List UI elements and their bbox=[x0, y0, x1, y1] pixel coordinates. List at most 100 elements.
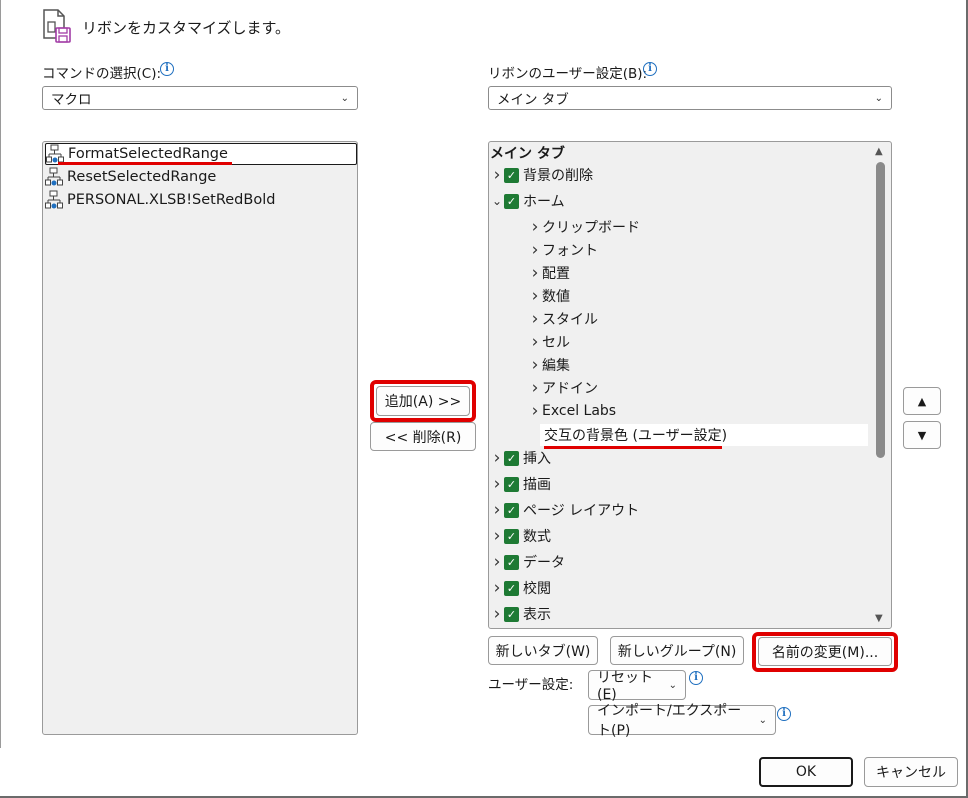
chevron-right-icon[interactable]: › bbox=[490, 526, 504, 546]
chevron-down-icon[interactable]: ⌄ bbox=[490, 194, 504, 208]
ok-button[interactable]: OK bbox=[759, 757, 853, 787]
new-tab-button[interactable]: 新しいタブ(W) bbox=[488, 636, 598, 665]
chevron-right-icon[interactable]: › bbox=[528, 355, 542, 375]
cancel-button[interactable]: キャンセル bbox=[864, 757, 958, 787]
macro-icon bbox=[46, 144, 66, 164]
checkbox-checked-icon[interactable]: ✓ bbox=[504, 554, 519, 570]
tree-item[interactable]: › スタイル bbox=[528, 308, 598, 330]
info-icon[interactable]: i bbox=[689, 671, 703, 685]
chevron-down-icon: ⌄ bbox=[758, 714, 767, 726]
tree-item-label: 校閲 bbox=[523, 581, 551, 597]
chevron-right-icon[interactable]: › bbox=[490, 604, 504, 624]
info-icon[interactable]: i bbox=[643, 62, 657, 76]
tree-item[interactable]: › ✓ データ bbox=[490, 551, 565, 573]
chevron-right-icon[interactable]: › bbox=[528, 378, 542, 398]
chevron-right-icon[interactable]: › bbox=[490, 448, 504, 468]
tree-item[interactable]: › 数値 bbox=[528, 285, 570, 307]
reset-dropdown[interactable]: リセット(E) ⌄ bbox=[588, 670, 686, 703]
chevron-right-icon[interactable]: › bbox=[490, 165, 504, 185]
tree-item[interactable]: › ✓ 描画 bbox=[490, 473, 551, 495]
chevron-right-icon[interactable]: › bbox=[528, 309, 542, 329]
ribbon-tabs-combo[interactable]: メイン タブ ⌄ bbox=[488, 86, 892, 110]
tree-item-label: クリップボード bbox=[542, 220, 640, 236]
command-source-label: コマンドの選択(C): bbox=[42, 62, 161, 82]
scroll-up-arrow-icon[interactable]: ▲ bbox=[875, 146, 883, 157]
checkbox-checked-icon[interactable]: ✓ bbox=[504, 606, 519, 622]
new-group-button-label: 新しいグループ(N) bbox=[617, 643, 737, 660]
tree-item-label: ページ レイアウト bbox=[523, 503, 640, 519]
tree-item[interactable]: › Excel Labs bbox=[528, 400, 617, 422]
chevron-right-icon[interactable]: › bbox=[528, 332, 542, 352]
user-settings-label-text: ユーザー設定: bbox=[488, 677, 574, 693]
chevron-right-icon[interactable]: › bbox=[528, 401, 542, 421]
tree-item-label: 数式 bbox=[523, 529, 551, 545]
triangle-down-icon: ▼ bbox=[917, 428, 927, 442]
tree-item-label: 配置 bbox=[542, 266, 570, 282]
chevron-right-icon[interactable]: › bbox=[490, 552, 504, 572]
tree-item-label: 数値 bbox=[542, 289, 570, 305]
tree-item-label: アドイン bbox=[542, 381, 598, 397]
scroll-thumb[interactable] bbox=[876, 162, 885, 458]
tree-item[interactable]: › 配置 bbox=[528, 262, 570, 284]
chevron-right-icon[interactable]: › bbox=[490, 474, 504, 494]
command-source-combo[interactable]: マクロ ⌄ bbox=[42, 86, 358, 110]
checkbox-checked-icon[interactable]: ✓ bbox=[504, 167, 519, 183]
scroll-down-arrow-icon[interactable]: ▼ bbox=[875, 613, 883, 624]
ribbon-customize-label-text: リボンのユーザー設定(B): bbox=[488, 66, 648, 82]
checkbox-checked-icon[interactable]: ✓ bbox=[504, 528, 519, 544]
checkbox-checked-icon[interactable]: ✓ bbox=[504, 502, 519, 518]
tree-item[interactable]: › クリップボード bbox=[528, 216, 640, 238]
import-export-dropdown[interactable]: インポート/エクスポート(P) ⌄ bbox=[588, 703, 776, 739]
macro-icon bbox=[45, 190, 65, 210]
move-down-button[interactable]: ▼ bbox=[903, 421, 941, 449]
dialog-title: リボンをカスタマイズします。 bbox=[82, 18, 291, 37]
triangle-up-icon: ▲ bbox=[917, 394, 927, 408]
new-group-button[interactable]: 新しいグループ(N) bbox=[610, 636, 744, 665]
tree-item-label: 編集 bbox=[542, 358, 570, 374]
command-item[interactable]: PERSONAL.XLSB!SetRedBold bbox=[45, 189, 275, 211]
checkbox-checked-icon[interactable]: ✓ bbox=[504, 476, 519, 492]
checkbox-checked-icon[interactable]: ✓ bbox=[504, 580, 519, 596]
command-item-label: ResetSelectedRange bbox=[67, 169, 217, 185]
command-source-label-text: コマンドの選択(C): bbox=[42, 66, 162, 82]
window-left-border bbox=[0, 0, 1, 748]
chevron-right-icon[interactable]: › bbox=[528, 263, 542, 283]
remove-button[interactable]: << 削除(R) bbox=[370, 422, 476, 451]
tree-scrollbar[interactable]: ▲ ▼ bbox=[873, 144, 889, 626]
tree-item[interactable]: › フォント bbox=[528, 239, 598, 261]
tree-item[interactable]: › ✓ 表示 bbox=[490, 603, 551, 625]
chevron-right-icon[interactable]: › bbox=[490, 500, 504, 520]
checkbox-checked-icon[interactable]: ✓ bbox=[504, 193, 519, 209]
tree-item[interactable]: › ✓ 背景の削除 bbox=[490, 164, 593, 186]
tree-header: メイン タブ bbox=[490, 142, 565, 164]
macro-icon bbox=[45, 167, 65, 187]
tree-item-label: データ bbox=[523, 555, 565, 571]
tree-item[interactable]: 交互の背景色 (ユーザー設定) bbox=[540, 424, 868, 446]
chevron-right-icon[interactable]: › bbox=[528, 286, 542, 306]
tree-item[interactable]: › アドイン bbox=[528, 377, 598, 399]
chevron-down-icon: ⌄ bbox=[668, 679, 677, 691]
tree-header-label: メイン タブ bbox=[490, 146, 565, 162]
tree-item[interactable]: › 編集 bbox=[528, 354, 570, 376]
checkbox-checked-icon[interactable]: ✓ bbox=[504, 450, 519, 466]
chevron-right-icon[interactable]: › bbox=[528, 217, 542, 237]
tree-item[interactable]: › ✓ ページ レイアウト bbox=[490, 499, 640, 521]
tree-item-label: スタイル bbox=[542, 312, 598, 328]
tree-item-label: 挿入 bbox=[523, 451, 551, 467]
commands-list[interactable]: FormatSelectedRange ResetSelectedRange P… bbox=[42, 141, 358, 735]
tree-item-label: Excel Labs bbox=[542, 403, 617, 419]
tree-item[interactable]: ⌄ ✓ ホーム bbox=[490, 190, 565, 212]
move-up-button[interactable]: ▲ bbox=[903, 387, 941, 415]
command-item[interactable]: ResetSelectedRange bbox=[45, 166, 216, 188]
tree-item[interactable]: › ✓ 校閲 bbox=[490, 577, 551, 599]
tree-item[interactable]: › ✓ 数式 bbox=[490, 525, 551, 547]
command-source-value: マクロ bbox=[51, 92, 92, 108]
info-icon[interactable]: i bbox=[777, 707, 791, 721]
info-icon[interactable]: i bbox=[160, 62, 174, 76]
tree-item[interactable]: › ✓ 挿入 bbox=[490, 447, 551, 469]
highlight-underline bbox=[58, 162, 232, 165]
tree-item[interactable]: › セル bbox=[528, 331, 570, 353]
user-settings-label: ユーザー設定: bbox=[488, 673, 573, 693]
chevron-right-icon[interactable]: › bbox=[528, 240, 542, 260]
chevron-right-icon[interactable]: › bbox=[490, 578, 504, 598]
